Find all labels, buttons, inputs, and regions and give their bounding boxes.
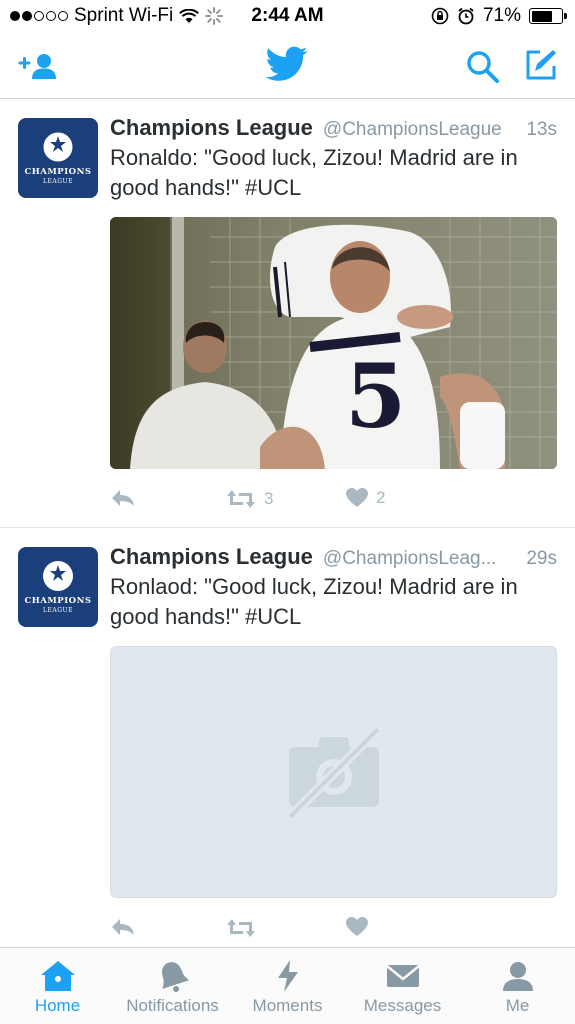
tweet-photo[interactable]: 5 <box>110 217 557 469</box>
tweet-card[interactable]: CHAMPIONS LEAGUE Champions League @Champ… <box>0 99 575 528</box>
tweet-header: Champions League @ChampionsLeague 13s <box>110 115 557 143</box>
avatar-subtext: LEAGUE <box>43 177 73 185</box>
avatar-brand: CHAMPIONS <box>24 166 92 177</box>
alarm-icon <box>458 7 474 25</box>
author-name[interactable]: Champions League <box>110 544 313 570</box>
battery-icon <box>529 8 567 24</box>
tab-moments[interactable]: Moments <box>230 948 345 1024</box>
avatar-brand: CHAMPIONS <box>24 595 92 606</box>
reply-icon <box>112 490 134 506</box>
rotation-lock-icon <box>431 7 449 25</box>
heart-icon <box>346 488 368 507</box>
avatar[interactable]: CHAMPIONS LEAGUE <box>18 547 98 627</box>
envelope-icon <box>385 965 420 987</box>
person-icon <box>502 962 533 991</box>
tweet-header: Champions League @ChampionsLeag... 29s <box>110 544 557 572</box>
starball-logo-icon <box>43 560 73 591</box>
author-handle[interactable]: @ChampionsLeag... <box>323 548 518 570</box>
tweet-actions: 3 2 <box>110 488 510 518</box>
reply-button[interactable] <box>110 488 136 508</box>
retweet-icon <box>227 919 255 937</box>
add-user-icon[interactable] <box>18 52 58 80</box>
avatar-subtext: LEAGUE <box>43 606 73 614</box>
retweet-count: 3 <box>264 489 274 508</box>
avatar[interactable]: CHAMPIONS LEAGUE <box>18 118 98 198</box>
tab-label: Moments <box>252 996 323 1015</box>
author-name[interactable]: Champions League <box>110 115 313 141</box>
tweet-text: Ronaldo: "Good luck, Zizou! Madrid are i… <box>110 145 518 200</box>
starball-logo-icon <box>42 131 74 162</box>
image-unavailable-icon <box>286 725 382 821</box>
tab-home[interactable]: Home <box>0 948 115 1024</box>
tweet-photo-placeholder[interactable] <box>110 646 557 898</box>
tweet-actions <box>110 917 510 947</box>
home-icon <box>40 961 75 991</box>
tweet-card[interactable]: CHAMPIONS LEAGUE Champions League @Champ… <box>0 528 575 948</box>
lightning-icon <box>277 960 298 992</box>
heart-icon <box>346 917 368 936</box>
tab-label: Home <box>34 996 81 1015</box>
retweet-icon <box>227 490 255 508</box>
status-bar: Sprint Wi-Fi 2:44 AM 71% <box>0 0 575 34</box>
retweet-button[interactable] <box>226 917 264 939</box>
retweet-button[interactable]: 3 <box>226 488 273 510</box>
battery-percent: 71% <box>482 5 521 26</box>
like-count: 2 <box>376 488 386 507</box>
reply-icon <box>112 919 134 935</box>
bell-icon <box>161 962 189 992</box>
tweet-text: Ronlaod: "Good luck, Zizou! Madrid are i… <box>110 574 518 629</box>
like-button[interactable]: 2 <box>346 488 385 508</box>
bottom-tab-bar: Home Notifications Moments Messages Me <box>0 947 575 1024</box>
status-right: 71% <box>431 5 567 27</box>
tweet-timestamp: 29s <box>526 548 557 569</box>
tweet-timestamp: 13s <box>526 119 557 140</box>
top-nav-bar <box>0 34 575 99</box>
tab-label: Notifications <box>126 996 219 1015</box>
photo-illustration: 5 <box>110 217 557 469</box>
author-handle[interactable]: @ChampionsLeague <box>323 119 518 141</box>
compose-icon[interactable] <box>524 48 558 82</box>
reply-button[interactable] <box>110 917 136 937</box>
tab-notifications[interactable]: Notifications <box>115 948 230 1024</box>
search-icon[interactable] <box>466 50 500 84</box>
like-button[interactable] <box>346 917 376 937</box>
jersey-number: 5 <box>345 344 406 448</box>
twitter-bird-icon <box>266 46 308 81</box>
tab-messages[interactable]: Messages <box>345 948 460 1024</box>
tab-label: Messages <box>363 996 442 1015</box>
tab-label: Me <box>505 996 530 1015</box>
tab-me[interactable]: Me <box>460 948 575 1024</box>
